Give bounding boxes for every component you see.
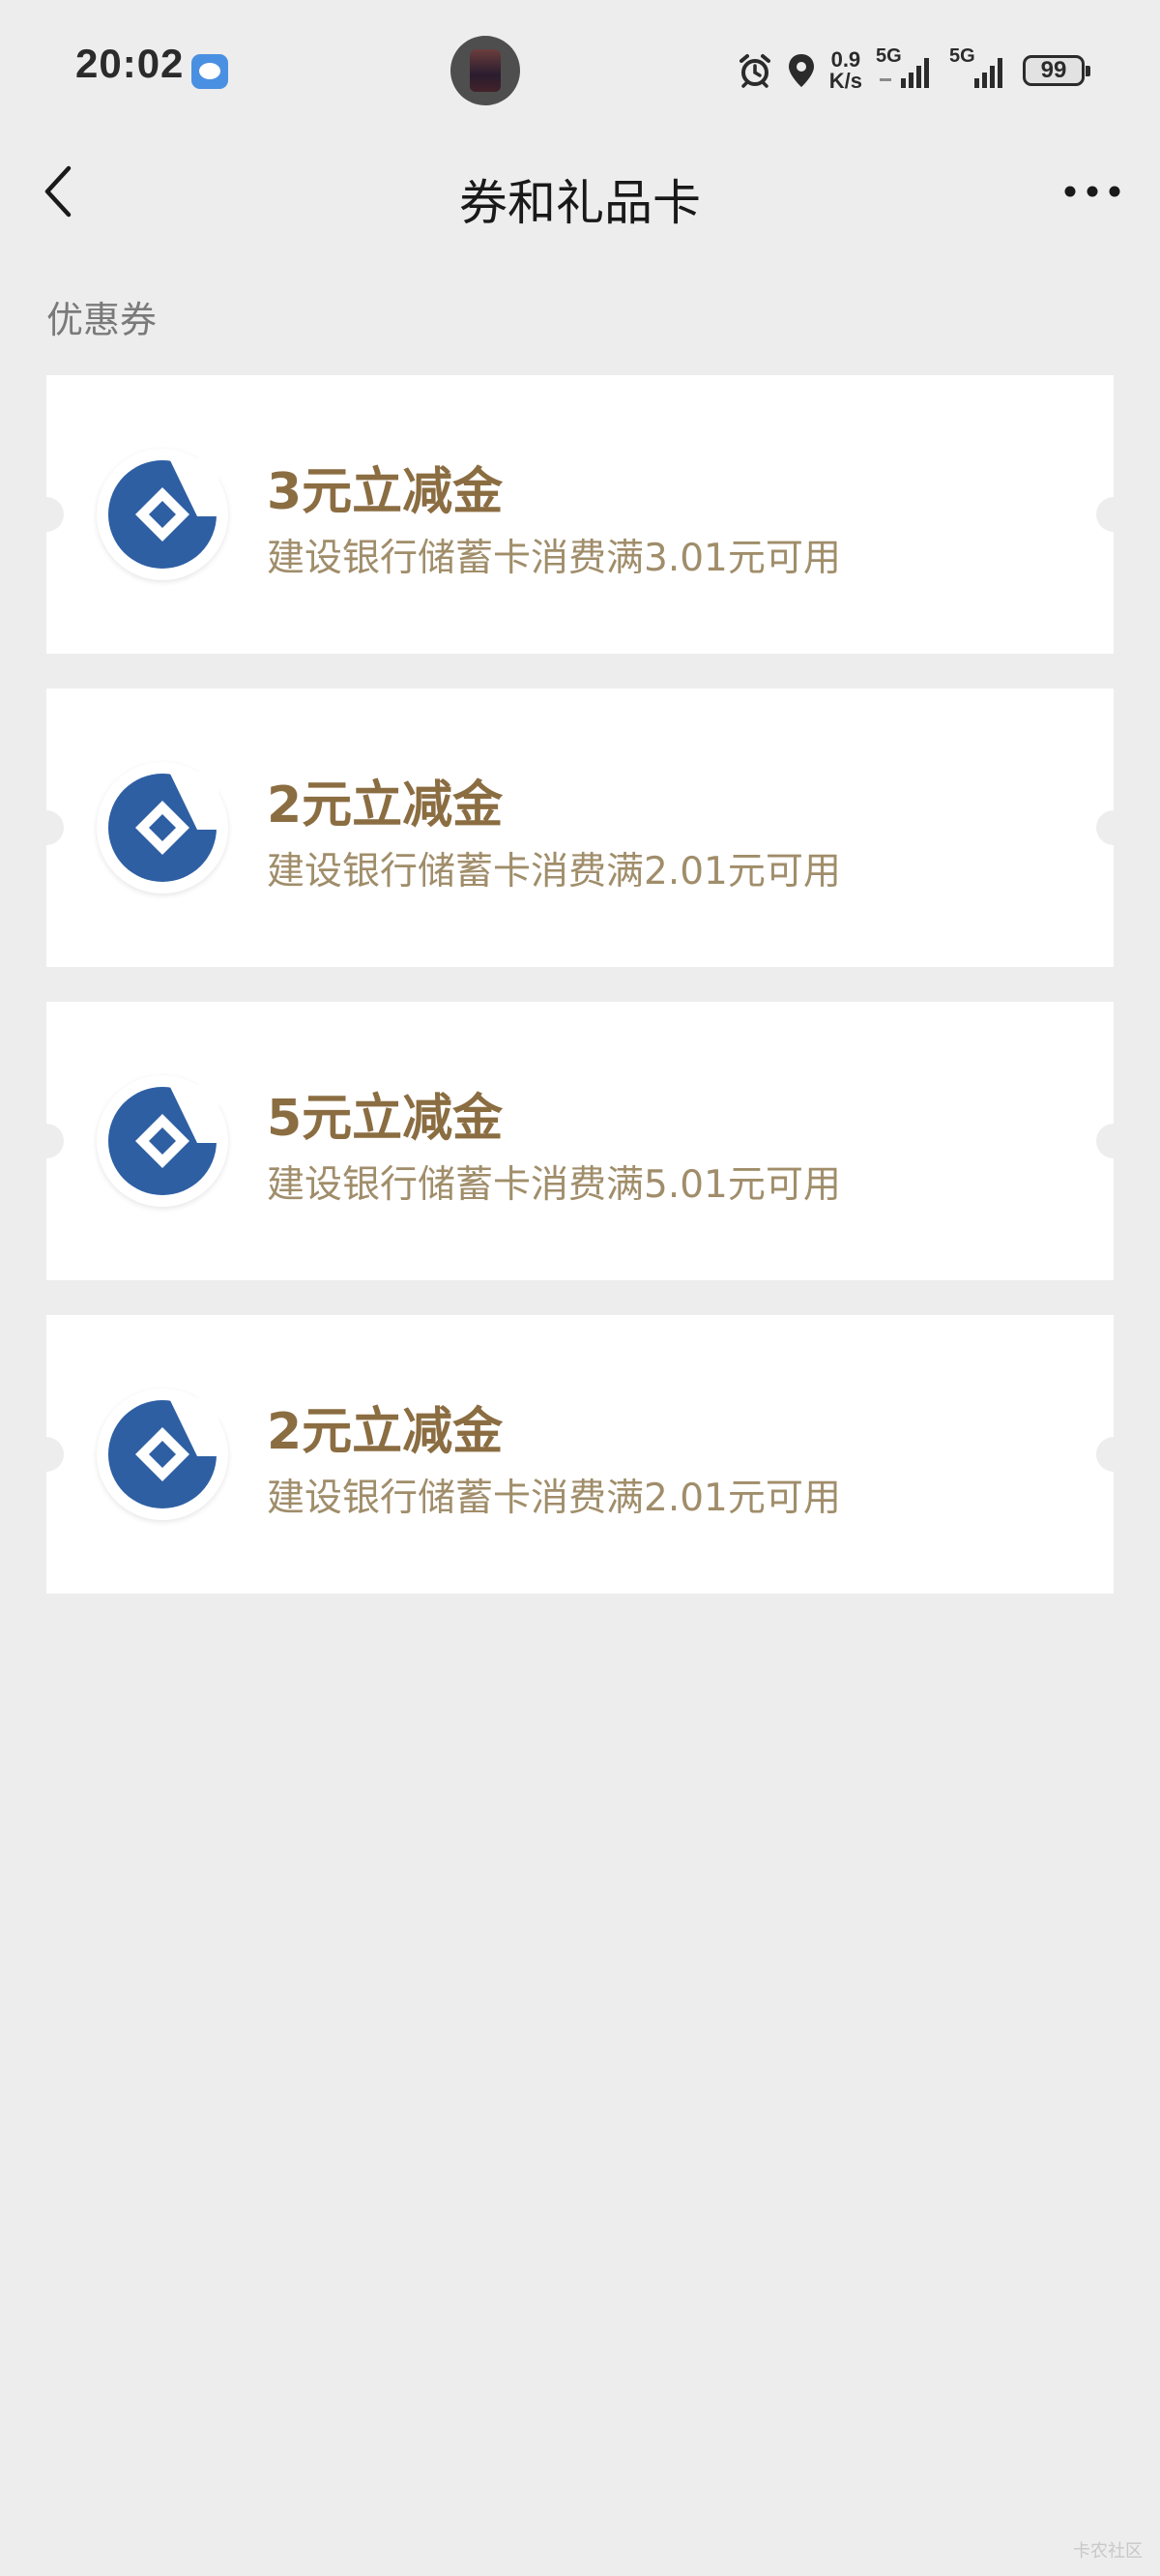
coupon-list: 3元立减金 建设银行储蓄卡消费满3.01元可用 2元立减金 建设银行储蓄卡消费满… — [29, 375, 1131, 1628]
ticket-notch-right — [1096, 1124, 1131, 1158]
location-icon — [788, 54, 814, 87]
alarm-icon — [739, 54, 770, 88]
ticket-notch-left — [29, 1437, 64, 1472]
coupon-description: 建设银行储蓄卡消费满5.01元可用 — [267, 1163, 841, 1207]
coupon-title: 2元立减金 — [267, 1403, 504, 1461]
network-speed-unit: K/s — [828, 69, 862, 93]
status-icons: 0.9 K/s 5G 5G 99 — [737, 45, 1090, 95]
more-icon — [1064, 186, 1120, 197]
message-notification-icon — [191, 54, 228, 89]
ticket-notch-right — [1096, 810, 1131, 845]
status-time: 20:02 — [75, 41, 185, 86]
signal-sim2: 5G — [949, 45, 1009, 92]
status-bar: 20:02 0.9 K/s 5G 5G 99 — [0, 0, 1160, 143]
battery-level: 99 — [1040, 57, 1067, 83]
coupon-title: 2元立减金 — [267, 776, 504, 834]
signal-sim1: 5G — [876, 45, 936, 92]
ccb-bank-icon — [108, 458, 218, 569]
coupon-card[interactable]: 5元立减金 建设银行储蓄卡消费满5.01元可用 — [29, 1002, 1131, 1280]
network-speed-value: 0.9 — [830, 47, 861, 72]
coupon-card[interactable]: 2元立减金 建设银行储蓄卡消费满2.01元可用 — [29, 1315, 1131, 1594]
coupon-description: 建设银行储蓄卡消费满2.01元可用 — [267, 1477, 841, 1520]
nav-bar: 券和礼品卡 — [0, 143, 1160, 240]
ccb-bank-icon — [108, 1398, 218, 1508]
watermark: 卡农社区 — [1073, 2541, 1143, 2561]
coupon-description: 建设银行储蓄卡消费满2.01元可用 — [267, 850, 841, 893]
coupon-title: 5元立减金 — [267, 1090, 504, 1148]
ccb-bank-logo — [97, 1075, 228, 1207]
signal-bars-icon — [974, 58, 1002, 88]
network-speed: 0.9 K/s — [829, 49, 862, 92]
section-title-coupons: 优惠券 — [46, 299, 158, 341]
ticket-notch-left — [29, 810, 64, 845]
coupon-card[interactable]: 2元立减金 建设银行储蓄卡消费满2.01元可用 — [29, 688, 1131, 967]
avatar — [450, 36, 520, 105]
ccb-bank-icon — [108, 1085, 218, 1195]
coupon-description: 建设银行储蓄卡消费满3.01元可用 — [267, 537, 841, 580]
ccb-bank-logo — [97, 1389, 228, 1520]
page-title: 券和礼品卡 — [459, 175, 701, 231]
ticket-notch-right — [1096, 497, 1131, 532]
more-button[interactable] — [1054, 164, 1131, 219]
signal-bars-icon — [880, 58, 929, 88]
battery-icon: 99 — [1023, 55, 1090, 86]
ticket-notch-right — [1096, 1437, 1131, 1472]
coupon-title: 3元立减金 — [267, 463, 504, 521]
coupon-card[interactable]: 3元立减金 建设银行储蓄卡消费满3.01元可用 — [29, 375, 1131, 654]
ccb-bank-icon — [108, 772, 218, 882]
ccb-bank-logo — [97, 449, 228, 580]
ticket-notch-left — [29, 497, 64, 532]
ticket-notch-left — [29, 1124, 64, 1158]
ccb-bank-logo — [97, 762, 228, 893]
